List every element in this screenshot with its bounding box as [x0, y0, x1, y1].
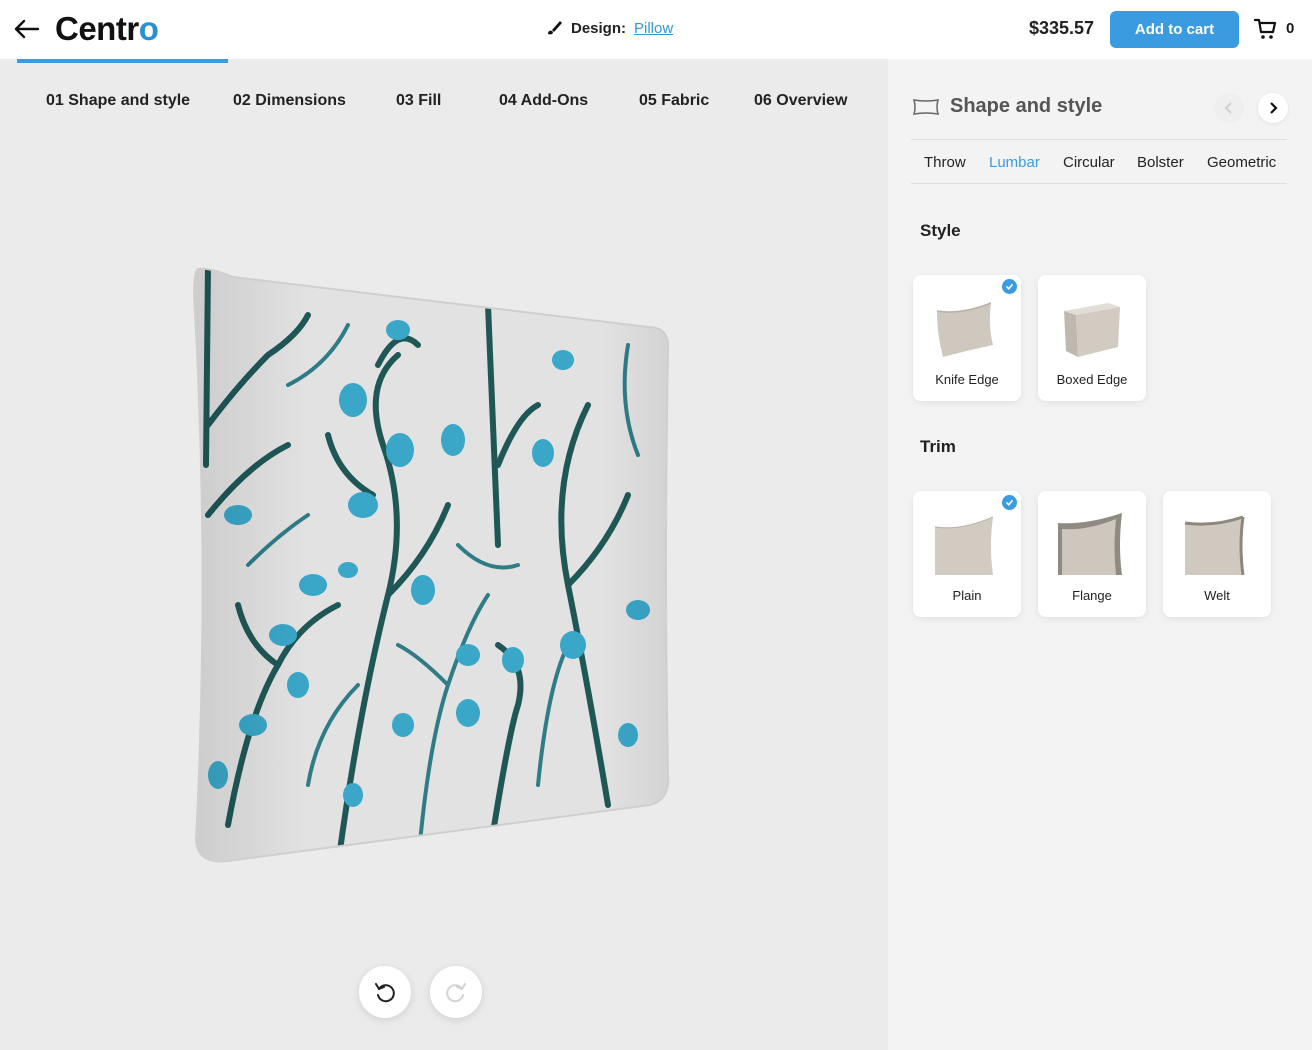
trim-section-label: Trim [920, 437, 956, 456]
tab-overview[interactable]: 06 Overview [754, 92, 847, 110]
trim-option-welt[interactable]: Welt [1163, 491, 1271, 617]
shape-tabs: Throw Lumbar Circular Bolster Geometric [924, 154, 1294, 174]
style-option-boxed-edge[interactable]: Boxed Edge [1038, 275, 1146, 401]
shape-tab-lumbar[interactable]: Lumbar [989, 154, 1040, 171]
welt-trim-pillow-image [1184, 515, 1245, 576]
selected-check-icon [1002, 279, 1017, 294]
boxed-edge-pillow-image [1064, 303, 1120, 357]
shape-tab-geometric[interactable]: Geometric [1207, 154, 1276, 171]
plain-trim-pillow-image [934, 516, 994, 575]
logo-text: Centr [55, 10, 139, 47]
trim-option-flange[interactable]: Flange [1038, 491, 1146, 617]
tab-fabric[interactable]: 05 Fabric [639, 92, 709, 110]
centro-logo[interactable]: Centro [55, 10, 159, 48]
style-option-name: Boxed Edge [1056, 372, 1128, 387]
design-label: Design: [571, 19, 627, 37]
tab-dimensions[interactable]: 02 Dimensions [233, 92, 346, 110]
add-to-cart-button[interactable]: Add to cart [1110, 11, 1239, 48]
tab-shape-and-style[interactable]: 01 Shape and style [46, 92, 190, 110]
logo-accent: o [138, 10, 159, 47]
pillow-3d-preview[interactable] [188, 265, 673, 865]
back-arrow-icon[interactable] [12, 16, 40, 42]
divider [911, 183, 1287, 184]
undo-icon [375, 983, 395, 1003]
active-step-indicator [17, 59, 228, 63]
flange-trim-pillow-image [1058, 513, 1122, 575]
tab-add-ons[interactable]: 04 Add-Ons [499, 92, 588, 110]
previous-step-button[interactable] [1214, 93, 1244, 123]
next-step-button[interactable] [1258, 93, 1288, 123]
step-tabs: 01 Shape and style 02 Dimensions 03 Fill… [0, 92, 888, 114]
design-name-link[interactable]: Pillow [634, 20, 673, 37]
total-price: $335.57 [1029, 18, 1095, 38]
brush-icon [548, 21, 562, 35]
divider [911, 139, 1287, 140]
style-option-name: Knife Edge [935, 372, 999, 387]
shape-tab-circular[interactable]: Circular [1063, 154, 1115, 171]
knife-edge-pillow-image [936, 302, 993, 357]
trim-option-name: Welt [1204, 588, 1230, 603]
redo-button[interactable] [430, 966, 482, 1018]
top-bar: Centro Design: Pillow $335.57 Add to car… [0, 0, 1312, 59]
selected-check-icon [1002, 495, 1017, 510]
style-option-knife-edge[interactable]: Knife Edge [913, 275, 1021, 401]
trim-option-name: Flange [1072, 588, 1112, 603]
chevron-left-icon [1224, 102, 1232, 114]
tab-fill[interactable]: 03 Fill [396, 92, 441, 110]
options-panel: Shape and style Throw Lumbar Circular Bo… [888, 59, 1312, 1050]
shape-tab-bolster[interactable]: Bolster [1137, 154, 1184, 171]
cart-count: 0 [1286, 20, 1295, 37]
undo-button[interactable] [359, 966, 411, 1018]
trim-option-name: Plain [952, 588, 982, 603]
cart-icon[interactable] [1254, 17, 1278, 41]
redo-icon [446, 983, 466, 1003]
trim-option-plain[interactable]: Plain [913, 491, 1021, 617]
panel-header: Shape and style [912, 95, 1102, 118]
design-name: Design: Pillow [545, 19, 673, 37]
panel-title: Shape and style [950, 95, 1103, 117]
style-section-label: Style [920, 221, 961, 240]
pillow-outline-icon [912, 98, 940, 115]
chevron-right-icon [1270, 102, 1278, 114]
shape-tab-throw[interactable]: Throw [924, 154, 966, 171]
